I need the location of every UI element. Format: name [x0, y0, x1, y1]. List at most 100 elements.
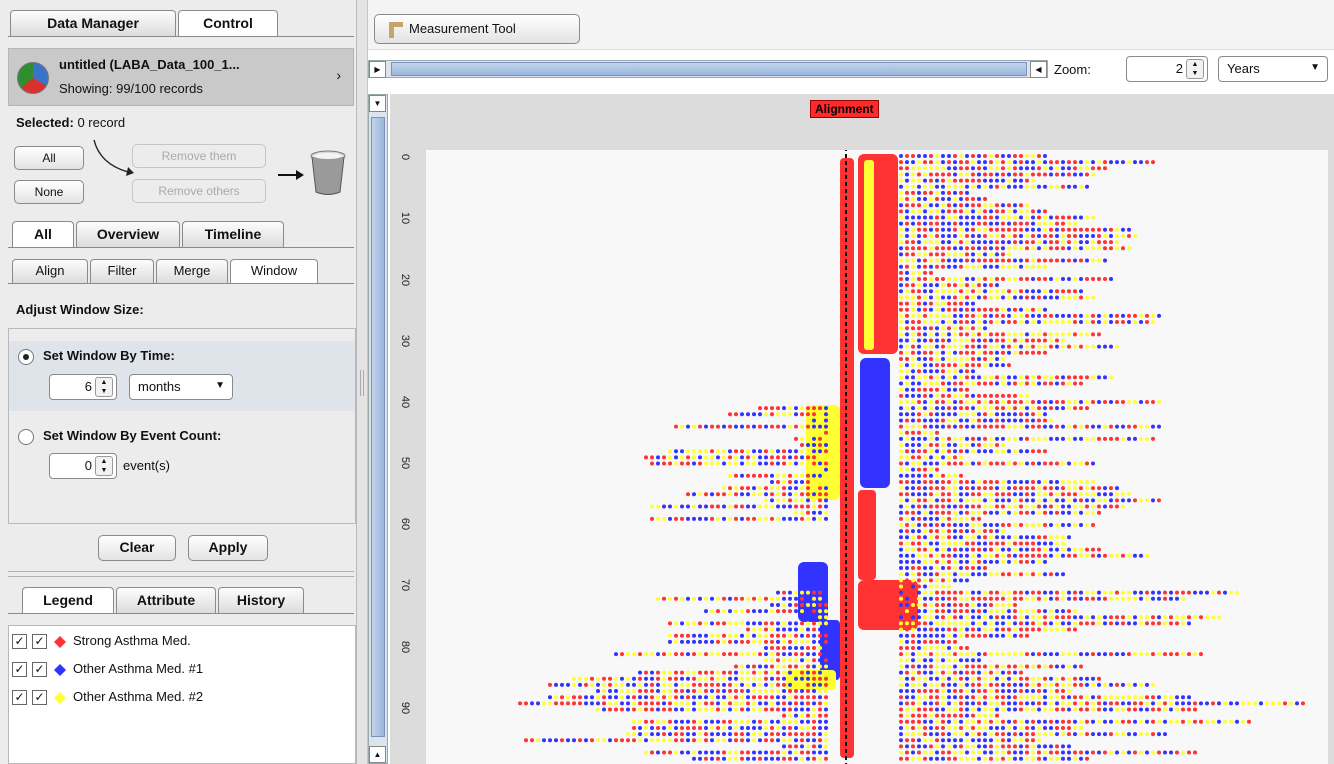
vertical-scroll-thumb[interactable] [371, 117, 385, 737]
event-dot [1109, 344, 1113, 349]
event-dot [899, 369, 903, 374]
horizontal-scrollbar[interactable]: ▶ ◀ [368, 60, 1048, 78]
horizontal-scroll-thumb[interactable] [391, 62, 1027, 76]
event-dot [1109, 498, 1113, 503]
event-dot [905, 332, 909, 337]
event-dot [905, 750, 909, 755]
tab-data-manager[interactable]: Data Manager [10, 10, 176, 36]
time-value-spinner[interactable]: 6 ▲ ▼ [49, 374, 117, 400]
event-dot [905, 270, 909, 275]
clear-button[interactable]: Clear [98, 535, 176, 561]
tab-attribute[interactable]: Attribute [116, 587, 216, 613]
by-count-radio[interactable] [18, 429, 34, 445]
event-dot [1115, 732, 1119, 737]
count-value-spinner[interactable]: 0 ▲ ▼ [49, 453, 117, 479]
event-dot [965, 541, 969, 546]
tab-merge[interactable]: Merge [156, 259, 228, 283]
event-dot [710, 719, 714, 724]
event-dot [917, 356, 921, 361]
vertical-scrollbar[interactable]: ▼ ▲ [368, 94, 388, 764]
event-dot [1025, 486, 1029, 491]
event-dot [1043, 756, 1047, 761]
event-dot [668, 633, 672, 638]
event-dot [1067, 461, 1071, 466]
stepper-arrows-icon[interactable]: ▲ ▼ [95, 456, 113, 476]
dataset-info[interactable]: untitled (LABA_Data_100_1... Showing: 99… [8, 48, 354, 106]
event-dot [923, 449, 927, 454]
event-dot [977, 393, 981, 398]
event-dot [941, 326, 945, 331]
time-unit-select[interactable]: months ▼ [129, 374, 233, 400]
event-dot [734, 596, 738, 601]
event-dot [935, 221, 939, 226]
tab-control[interactable]: Control [178, 10, 278, 36]
event-dot [1067, 621, 1071, 626]
event-dot [995, 307, 999, 312]
event-dot [1031, 479, 1035, 484]
panel-divider[interactable] [8, 571, 354, 577]
tab-all[interactable]: All [12, 221, 74, 247]
remove-others-button[interactable]: Remove others [132, 179, 266, 203]
zoom-unit-select[interactable]: Years ▼ [1218, 56, 1328, 82]
event-dot [923, 375, 927, 380]
apply-button[interactable]: Apply [188, 535, 268, 561]
event-dot [947, 541, 951, 546]
legend-enabled-checkbox[interactable]: ✓ [32, 634, 47, 649]
event-dot [1121, 492, 1125, 497]
event-dot [1007, 178, 1011, 183]
event-dot [1025, 332, 1029, 337]
aggregate-block [858, 580, 918, 630]
event-dot [923, 732, 927, 737]
event-dot [1049, 744, 1053, 749]
event-dot [1103, 313, 1107, 318]
tab-timeline[interactable]: Timeline [182, 221, 284, 247]
event-dot [917, 387, 921, 392]
tab-align[interactable]: Align [12, 259, 88, 283]
event-dot [1133, 707, 1137, 712]
scroll-down-icon[interactable]: ▼ [369, 95, 386, 112]
event-dot [917, 701, 921, 706]
tab-filter[interactable]: Filter [90, 259, 154, 283]
select-all-button[interactable]: All [14, 146, 84, 170]
pane-splitter[interactable] [357, 0, 368, 764]
scroll-left-icon[interactable]: ◀ [1030, 61, 1047, 78]
tab-window[interactable]: Window [230, 259, 318, 283]
chevron-right-icon[interactable]: › [336, 67, 341, 83]
event-dot [971, 436, 975, 441]
legend-visible-checkbox[interactable]: ✓ [12, 690, 27, 705]
event-dot [911, 652, 915, 657]
legend-visible-checkbox[interactable]: ✓ [12, 634, 27, 649]
event-dot [1109, 246, 1113, 251]
event-dot [692, 738, 696, 743]
tab-history[interactable]: History [218, 587, 304, 613]
event-dot [818, 707, 822, 712]
event-dot [941, 486, 945, 491]
select-none-button[interactable]: None [14, 180, 84, 204]
legend-enabled-checkbox[interactable]: ✓ [32, 690, 47, 705]
tab-legend[interactable]: Legend [22, 587, 114, 613]
by-time-radio[interactable] [18, 349, 34, 365]
event-dot [1181, 615, 1185, 620]
event-dot [770, 652, 774, 657]
legend-visible-checkbox[interactable]: ✓ [12, 662, 27, 677]
event-records-visualization[interactable] [426, 150, 1328, 764]
measurement-tool-button[interactable]: Measurement Tool [374, 14, 580, 44]
remove-them-button[interactable]: Remove them [132, 144, 266, 168]
event-dot [977, 160, 981, 165]
stepper-arrows-icon[interactable]: ▲ ▼ [1186, 59, 1204, 79]
scroll-up-icon[interactable]: ▲ [369, 746, 386, 763]
event-dot [824, 498, 828, 503]
scroll-right-icon[interactable]: ▶ [369, 61, 386, 78]
splitter-grip[interactable] [360, 370, 364, 396]
legend-enabled-checkbox[interactable]: ✓ [32, 662, 47, 677]
event-dot [1067, 498, 1071, 503]
tab-overview[interactable]: Overview [76, 221, 180, 247]
event-dot [977, 732, 981, 737]
aggregate-block [858, 490, 876, 580]
zoom-spinner[interactable]: 2 ▲ ▼ [1126, 56, 1208, 82]
event-dot [1199, 615, 1203, 620]
stepper-arrows-icon[interactable]: ▲ ▼ [95, 377, 113, 397]
count-unit-label: event(s) [123, 458, 170, 473]
event-dot [983, 393, 987, 398]
event-dot [710, 455, 714, 460]
